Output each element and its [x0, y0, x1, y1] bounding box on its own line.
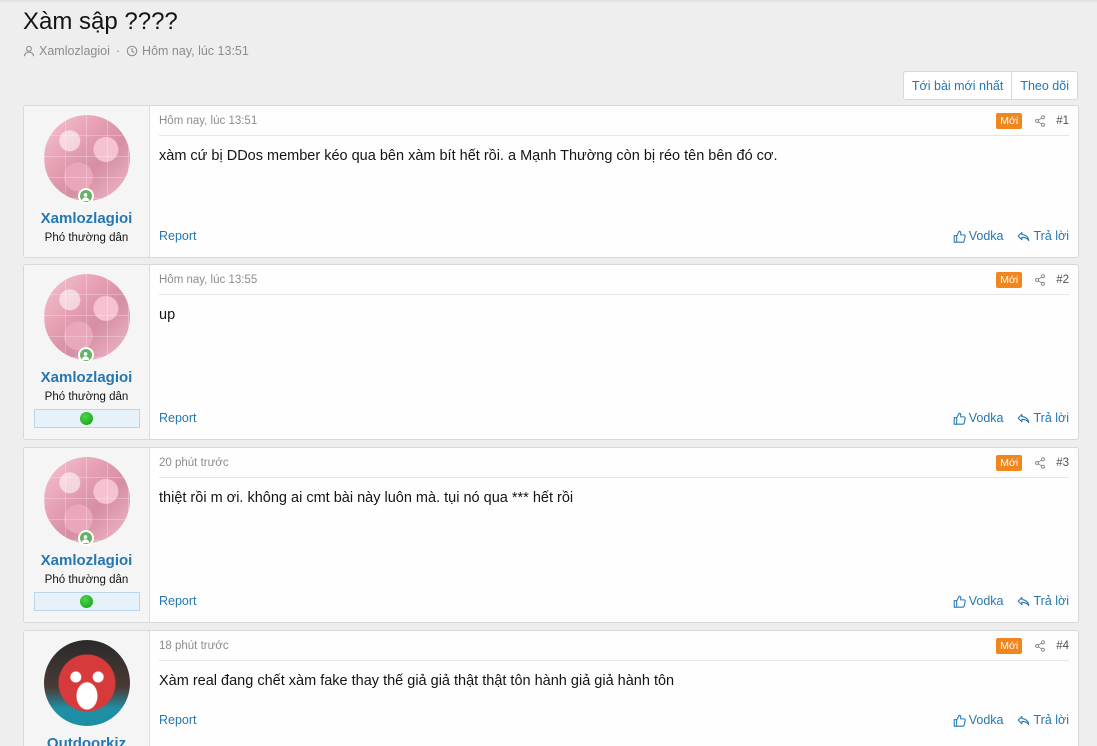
username[interactable]: Outdoorkiz — [47, 735, 126, 746]
green-dot-icon — [80, 412, 93, 425]
reply-icon — [1018, 231, 1030, 241]
post-body: up — [159, 307, 176, 323]
reply-icon — [1018, 596, 1030, 606]
post-header: Hôm nay, lúc 13:51 Mới #1 — [159, 106, 1069, 136]
latest-post-button[interactable]: Tới bài mới nhất — [904, 72, 1011, 99]
post-footer: Report Vodka Trả lời — [159, 594, 1069, 608]
online-icon — [77, 347, 94, 363]
new-badge: Mới — [996, 112, 1023, 129]
post-header: 20 phút trước Mới #3 — [159, 448, 1069, 478]
post-main: Hôm nay, lúc 13:51 Mới #1 xàm cứ bị DDos… — [150, 106, 1078, 257]
post: Outdoorkiz 18 phút trước Mới #4 Xàm real… — [23, 630, 1079, 746]
post-user-panel: Xamlozlagioi Phó thường dân — [24, 448, 150, 622]
thumbs-up-icon — [953, 595, 966, 608]
reply-button[interactable]: Trả lời — [1017, 229, 1069, 243]
online-icon — [77, 188, 94, 204]
clock-icon — [126, 45, 138, 57]
like-button[interactable]: Vodka — [953, 229, 1004, 243]
like-button[interactable]: Vodka — [953, 713, 1004, 727]
username[interactable]: Xamlozlagioi — [41, 369, 133, 386]
post: Xamlozlagioi Phó thường dân Hôm nay, lúc… — [23, 264, 1079, 440]
post: Xamlozlagioi Phó thường dân Hôm nay, lúc… — [23, 105, 1079, 258]
post-footer: Report Vodka Trả lời — [159, 411, 1069, 425]
like-button[interactable]: Vodka — [953, 411, 1004, 425]
post-header: Hôm nay, lúc 13:55 Mới #2 — [159, 265, 1069, 295]
page-title: Xàm sập ???? — [23, 8, 178, 35]
user-banner — [33, 409, 140, 428]
user-title: Phó thường dân — [44, 232, 129, 244]
post-main: Hôm nay, lúc 13:55 Mới #2 up Report Vodk… — [150, 265, 1078, 439]
post-number[interactable]: #3 — [1056, 457, 1069, 469]
reply-icon — [1018, 413, 1030, 423]
reply-label: Trả lời — [1033, 594, 1069, 608]
post-date[interactable]: Hôm nay, lúc 13:51 — [159, 115, 996, 127]
like-label: Vodka — [968, 594, 1004, 608]
reply-label: Trả lời — [1033, 713, 1069, 727]
post-number[interactable]: #2 — [1056, 274, 1069, 286]
online-icon — [77, 530, 94, 546]
share-icon[interactable] — [1034, 639, 1046, 652]
username[interactable]: Xamlozlagioi — [41, 210, 133, 227]
report-link[interactable]: Report — [159, 594, 939, 608]
post-header: 18 phút trước Mới #4 — [159, 631, 1069, 661]
thread-author[interactable]: Xamlozlagioi — [39, 44, 110, 58]
like-label: Vodka — [968, 411, 1004, 425]
user-banner — [33, 592, 140, 611]
thread-date[interactable]: Hôm nay, lúc 13:51 — [142, 44, 249, 58]
post-user-panel: Xamlozlagioi Phó thường dân — [24, 265, 150, 439]
meta-separator: · — [115, 44, 121, 58]
report-link[interactable]: Report — [159, 229, 939, 243]
user-title: Phó thường dân — [44, 574, 129, 586]
avatar[interactable] — [43, 457, 130, 546]
post-date[interactable]: 20 phút trước — [159, 457, 996, 469]
share-icon[interactable] — [1034, 114, 1046, 127]
share-icon[interactable] — [1034, 273, 1046, 286]
username[interactable]: Xamlozlagioi — [41, 552, 133, 569]
new-badge: Mới — [996, 454, 1023, 471]
thread-actions: Tới bài mới nhất Theo dõi — [902, 71, 1078, 100]
report-link[interactable]: Report — [159, 713, 939, 727]
avatar[interactable] — [43, 115, 130, 204]
thumbs-up-icon — [953, 230, 966, 243]
post-footer: Report Vodka Trả lời — [159, 713, 1069, 727]
reply-icon — [1018, 715, 1030, 725]
like-label: Vodka — [968, 713, 1004, 727]
thumbs-up-icon — [953, 412, 966, 425]
post-date[interactable]: 18 phút trước — [159, 640, 996, 652]
top-border — [0, 0, 1097, 2]
follow-button[interactable]: Theo dõi — [1011, 72, 1077, 99]
reply-button[interactable]: Trả lời — [1017, 411, 1069, 425]
post-main: 18 phút trước Mới #4 Xàm real đang chết … — [150, 631, 1078, 746]
new-badge: Mới — [996, 637, 1023, 654]
post-body: thiệt rồi m ơi. không ai cmt bài này luô… — [159, 490, 574, 506]
post-date[interactable]: Hôm nay, lúc 13:55 — [159, 274, 996, 286]
green-dot-icon — [80, 595, 93, 608]
post: Xamlozlagioi Phó thường dân 20 phút trướ… — [23, 447, 1079, 623]
user-title: Phó thường dân — [44, 391, 129, 403]
new-badge: Mới — [996, 271, 1023, 288]
like-label: Vodka — [968, 229, 1004, 243]
thread-meta: Xamlozlagioi · Hôm nay, lúc 13:51 — [23, 44, 249, 58]
reply-button[interactable]: Trả lời — [1017, 713, 1069, 727]
reply-label: Trả lời — [1033, 229, 1069, 243]
post-body: Xàm real đang chết xàm fake thay thế giả… — [159, 673, 675, 689]
share-icon[interactable] — [1034, 456, 1046, 469]
post-main: 20 phút trước Mới #3 thiệt rồi m ơi. khô… — [150, 448, 1078, 622]
post-number[interactable]: #1 — [1056, 115, 1069, 127]
post-body: xàm cứ bị DDos member kéo qua bên xàm bí… — [159, 148, 778, 164]
post-footer: Report Vodka Trả lời — [159, 229, 1069, 243]
like-button[interactable]: Vodka — [953, 594, 1004, 608]
post-user-panel: Outdoorkiz — [24, 631, 150, 746]
thumbs-up-icon — [953, 714, 966, 727]
reply-button[interactable]: Trả lời — [1017, 594, 1069, 608]
avatar[interactable] — [43, 274, 130, 363]
user-icon — [23, 45, 35, 57]
reply-label: Trả lời — [1033, 411, 1069, 425]
post-number[interactable]: #4 — [1056, 640, 1069, 652]
report-link[interactable]: Report — [159, 411, 939, 425]
post-user-panel: Xamlozlagioi Phó thường dân — [24, 106, 150, 257]
avatar[interactable] — [43, 640, 130, 726]
